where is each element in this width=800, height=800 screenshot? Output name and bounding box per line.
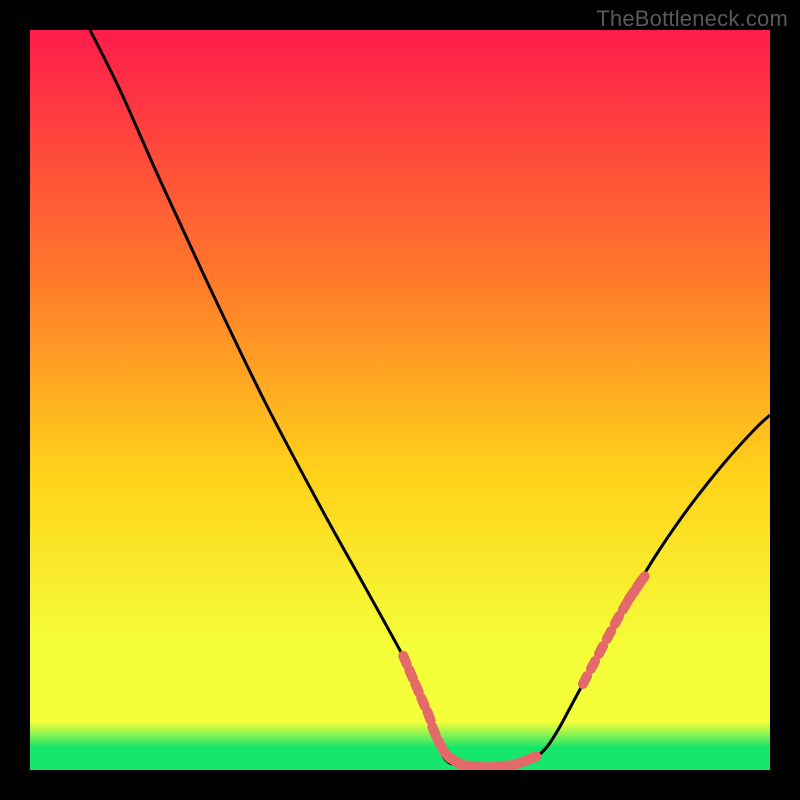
watermark-text: TheBottleneck.com (596, 6, 788, 32)
chart-area (30, 30, 770, 770)
bottleneck-chart (30, 30, 770, 770)
